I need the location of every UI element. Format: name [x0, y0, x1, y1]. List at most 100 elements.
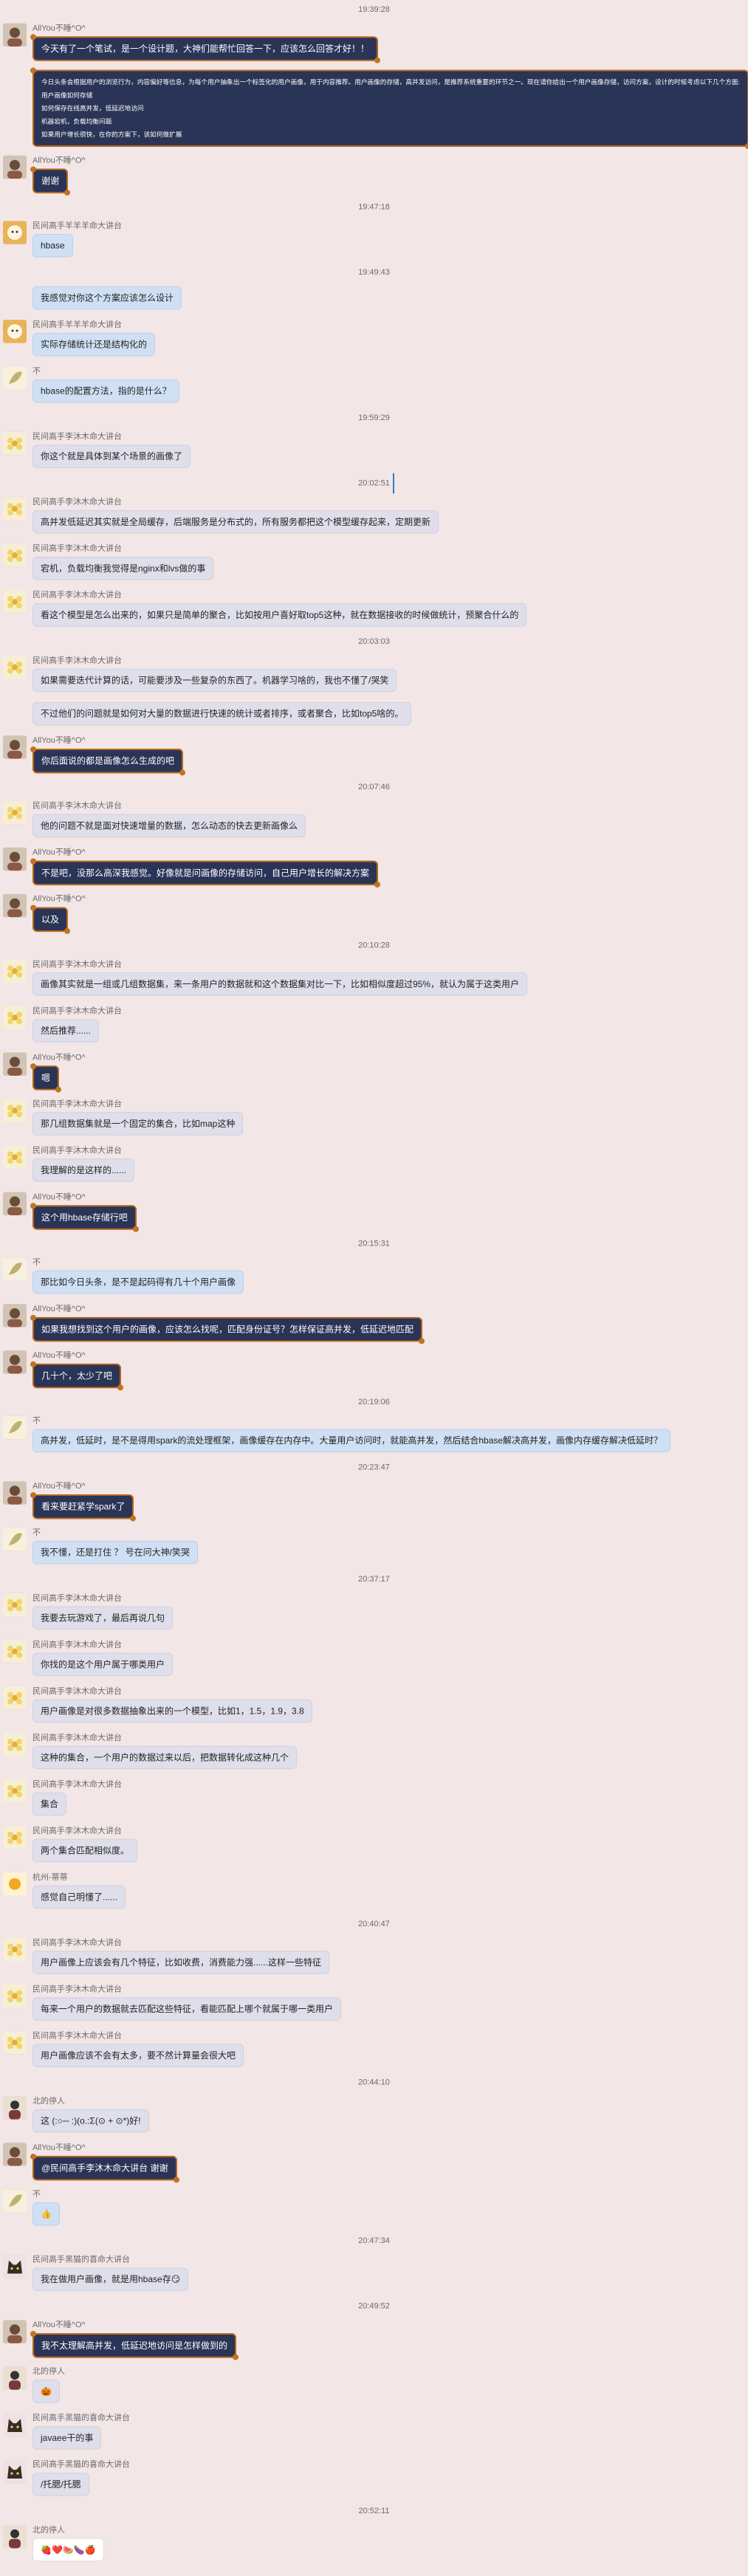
- message-bubble[interactable]: 谢谢: [30, 166, 71, 196]
- avatar-cat-icon[interactable]: [3, 2254, 27, 2278]
- avatar-me-icon[interactable]: [3, 1481, 27, 1505]
- message-bubble[interactable]: 我理解的是这样的......: [32, 1158, 135, 1182]
- sender-name[interactable]: 民间高手李沐木命大讲台: [32, 1733, 122, 1743]
- avatar-me-icon[interactable]: [3, 1192, 27, 1216]
- sender-name[interactable]: 民间高手李沐木命大讲台: [32, 590, 122, 600]
- chat-history[interactable]: 19:39:28 AllYou不睡^O^ 今天有了一个笔试，是一个设计题，大神们能帮…: [0, 0, 748, 2562]
- sender-name[interactable]: 北的停人: [32, 2366, 65, 2377]
- message-bubble[interactable]: 如果需要迭代计算的话，可能要涉及一些复杂的东西了。机器学习啥的，我也不懂了/哭笑: [32, 668, 397, 693]
- avatar-flower-icon[interactable]: [3, 1779, 27, 1803]
- message-bubble[interactable]: 他的问题不就是面对快速增量的数据，怎么动态的快去更新画像么: [32, 814, 306, 838]
- message-bubble[interactable]: 我在做用户画像，就是用hbase存😏: [32, 2267, 189, 2292]
- sender-name[interactable]: 不: [32, 1416, 41, 1426]
- sender-name[interactable]: AllYou不睡^O^: [32, 894, 86, 904]
- sender-name[interactable]: 民间高手李沐木命大讲台: [32, 959, 122, 969]
- message-bubble[interactable]: 用户画像是对很多数据抽象出来的一个模型，比如1，1.5，1.9，3.8: [32, 1699, 312, 1723]
- sender-name[interactable]: 民间高手李沐木命大讲台: [32, 1686, 122, 1697]
- message-bubble[interactable]: 🎃: [32, 2380, 60, 2403]
- message-bubble[interactable]: 你后面说的都是画像怎么生成的吧: [30, 746, 186, 776]
- message-bubble[interactable]: 然后推荐......: [32, 1019, 100, 1043]
- avatar-cat-icon[interactable]: [3, 2459, 27, 2483]
- avatar-flower-icon[interactable]: [3, 1639, 27, 1663]
- sender-name[interactable]: 民间高手李沐木命大讲台: [32, 801, 122, 811]
- avatar-flower-icon[interactable]: [3, 1686, 27, 1710]
- sender-name[interactable]: 民间高手李沐木命大讲台: [32, 543, 122, 554]
- avatar-flower-icon[interactable]: [3, 959, 27, 983]
- sender-name[interactable]: 北的停人: [32, 2525, 65, 2535]
- message-bubble[interactable]: 我感觉对你这个方案应该怎么设计: [32, 286, 182, 310]
- avatar-leaf-icon[interactable]: [3, 1257, 27, 1281]
- message-bubble[interactable]: 每来一个用户的数据就去匹配这些特征，看能匹配上哪个就属于哪一类用户: [32, 1997, 342, 2021]
- avatar-me-icon[interactable]: [3, 735, 27, 759]
- message-bubble[interactable]: hbase的配置方法，指的是什么？: [32, 379, 179, 403]
- message-bubble[interactable]: 高并发，低延时，是不是得用spark的流处理框架，画像缓存在内存中。大量用户访问…: [32, 1429, 671, 1452]
- message-bubble[interactable]: 以及: [30, 904, 71, 935]
- sender-name[interactable]: 民间高手羊羊羊命大讲台: [32, 221, 122, 231]
- message-bubble[interactable]: javaee干的事: [32, 2426, 102, 2450]
- message-bubble[interactable]: 集合: [32, 1792, 67, 1816]
- sender-name[interactable]: AllYou不睡^O^: [32, 735, 86, 746]
- message-bubble[interactable]: 嗯: [30, 1063, 62, 1093]
- message-bubble[interactable]: 感觉自己明懂了......: [32, 1885, 126, 1909]
- avatar-me-icon[interactable]: [3, 1350, 27, 1374]
- avatar-flower-icon[interactable]: [3, 590, 27, 614]
- sender-name[interactable]: AllYou不睡^O^: [32, 1350, 86, 1361]
- message-bubble[interactable]: @民间高手李沐木命大讲台 谢谢: [30, 2153, 179, 2183]
- message-bubble[interactable]: 👍: [32, 2202, 60, 2226]
- avatar-flower-icon[interactable]: [3, 800, 27, 825]
- avatar-leaf-icon[interactable]: [3, 2189, 27, 2213]
- message-bubble[interactable]: 这种的集合，一个用户的数据过来以后，把数据转化成这种几个: [32, 1745, 298, 1770]
- message-bubble[interactable]: 不过他们的问题就是如何对大量的数据进行快速的统计或者排序，或者聚合，比如top5…: [32, 701, 412, 726]
- sender-name[interactable]: AllYou不睡^O^: [32, 1192, 86, 1203]
- message-bubble[interactable]: 用户画像应该不会有太多，要不然计算量会很大吧: [32, 2044, 244, 2067]
- sender-name[interactable]: 不: [32, 1528, 41, 1538]
- avatar-me-icon[interactable]: [3, 2320, 27, 2343]
- message-bubble[interactable]: 你找的是这个用户属于哪类用户: [32, 1652, 174, 1677]
- sender-name[interactable]: 民间高手黑猫的喜命大讲台: [32, 2255, 130, 2265]
- avatar-leaf-icon[interactable]: [3, 366, 27, 390]
- sender-name[interactable]: 民间高手李沐木命大讲台: [32, 1985, 122, 1995]
- sender-name[interactable]: AllYou不睡^O^: [32, 156, 86, 166]
- avatar-flower-icon[interactable]: [3, 431, 27, 456]
- avatar-flower-icon[interactable]: [3, 1984, 27, 2008]
- message-bubble[interactable]: 高并发低延迟其实就是全局缓存，后端服务是分布式的，所有服务都把这个模型缓存起来，…: [32, 510, 439, 534]
- message-bubble[interactable]: 今日头条会根据用户的浏览行为，内容偏好等信息，为每个用户抽象出一个标签化的用户画…: [30, 67, 748, 149]
- message-bubble[interactable]: 画像其实就是一组或几组数据集，来一条用户的数据就和这个数据集对比一下，比如相似度…: [32, 972, 528, 996]
- message-bubble[interactable]: 看来要赶紧学spark了: [30, 1492, 137, 1522]
- message-bubble[interactable]: 看这个模型是怎么出来的，如果只是简单的聚合，比如按用户喜好取top5这种，就在数…: [32, 603, 527, 627]
- message-bubble[interactable]: 今天有了一个笔试，是一个设计题，大神们能帮忙回答一下，应该怎么回答才好！！: [30, 34, 381, 63]
- message-bubble[interactable]: 我不太理解高并发，低延迟地访问是怎样做到的: [30, 2331, 239, 2360]
- sender-name[interactable]: AllYou不睡^O^: [32, 848, 86, 858]
- message-bubble[interactable]: 两个集合匹配相似度。: [32, 1838, 138, 1863]
- message-bubble[interactable]: 这个用hbase存储行吧: [30, 1203, 139, 1232]
- avatar-me-icon[interactable]: [3, 847, 27, 871]
- avatar-sheep-icon[interactable]: [3, 221, 27, 244]
- avatar-flower-icon[interactable]: [3, 1006, 27, 1029]
- sender-name[interactable]: 杭州-蒂蒂: [32, 1872, 68, 1883]
- avatar-me-icon[interactable]: [3, 23, 27, 47]
- message-bubble[interactable]: 不是吧，没那么高深我感觉。好像就是问画像的存储访问，自己用户增长的解决方案: [30, 858, 381, 888]
- avatar-flower-icon[interactable]: [3, 655, 27, 679]
- sender-name[interactable]: AllYou不睡^O^: [32, 2143, 86, 2153]
- sender-name[interactable]: 民间高手黑猫的喜命大讲台: [32, 2459, 130, 2470]
- sender-name[interactable]: 民间高手李沐木命大讲台: [32, 497, 122, 507]
- sender-name[interactable]: AllYou不睡^O^: [32, 1304, 86, 1314]
- sender-name[interactable]: 民间高手李沐木命大讲台: [32, 1938, 122, 1948]
- avatar-flower-icon[interactable]: [3, 497, 27, 521]
- message-bubble[interactable]: hbase: [32, 233, 73, 258]
- sender-name[interactable]: 不: [32, 1257, 41, 1268]
- sender-name[interactable]: 民间高手李沐木命大讲台: [32, 1826, 122, 1836]
- message-bubble[interactable]: 我要去玩游戏了，最后再说几句: [32, 1606, 174, 1630]
- sender-name[interactable]: 民间高手李沐木命大讲台: [32, 1779, 122, 1790]
- message-bubble[interactable]: 几十个，太少了吧: [30, 1361, 124, 1391]
- sender-name[interactable]: 民间高手李沐木命大讲台: [32, 2031, 122, 2041]
- avatar-cat-icon[interactable]: [3, 2413, 27, 2436]
- avatar-person-icon[interactable]: [3, 2366, 27, 2390]
- avatar-flower-icon[interactable]: [3, 1937, 27, 1962]
- avatar-flower-icon[interactable]: [3, 1825, 27, 1849]
- message-bubble[interactable]: 我不懂，还是打住 ？ 号在问大神/笑哭: [32, 1541, 199, 1565]
- message-bubble[interactable]: 用户画像上应该会有几个特征，比如收费，消费能力强......这样一些特征: [32, 1951, 330, 1974]
- avatar-sun-icon[interactable]: [3, 1872, 27, 1896]
- avatar-flower-icon[interactable]: [3, 1593, 27, 1617]
- avatar-me-icon[interactable]: [3, 1052, 27, 1076]
